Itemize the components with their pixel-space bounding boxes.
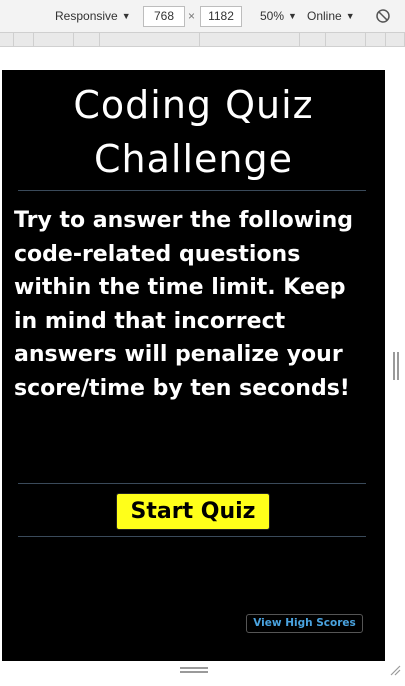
zoom-label: 50% (260, 9, 285, 23)
instructions-text: Try to answer the following code-related… (14, 208, 354, 401)
divider (18, 483, 366, 484)
divider (18, 190, 366, 191)
corner-resize-handle-icon[interactable] (389, 664, 401, 676)
times-icon: × (188, 9, 196, 23)
view-high-scores-link[interactable]: View High Scores (246, 614, 363, 633)
divider (18, 536, 366, 537)
media-query-ruler[interactable] (0, 33, 405, 47)
zoom-dropdown[interactable]: 50% ▼ (260, 9, 297, 23)
device-toolbar: Responsive ▼ 768 × 1182 50% ▼ Online ▼ (0, 0, 405, 33)
network-throttle-dropdown[interactable]: Online ▼ (307, 9, 355, 23)
quiz-page: Coding Quiz Challenge Try to answer the … (2, 70, 385, 661)
page-title: Coding Quiz Challenge (73, 83, 314, 181)
device-mode-label: Responsive (55, 9, 118, 23)
caret-down-icon: ▼ (288, 11, 297, 21)
viewport-height-input[interactable]: 1182 (200, 6, 242, 27)
network-label: Online (307, 9, 342, 23)
rotate-icon[interactable] (375, 8, 391, 24)
right-resize-handle-icon[interactable] (393, 352, 399, 380)
bottom-resize-handle-icon[interactable] (180, 667, 208, 674)
caret-down-icon: ▼ (121, 11, 131, 21)
caret-down-icon: ▼ (345, 11, 355, 21)
device-mode-dropdown[interactable]: Responsive ▼ (55, 9, 131, 23)
start-quiz-button[interactable]: Start Quiz (116, 493, 270, 530)
viewport-width-input[interactable]: 768 (143, 6, 185, 27)
